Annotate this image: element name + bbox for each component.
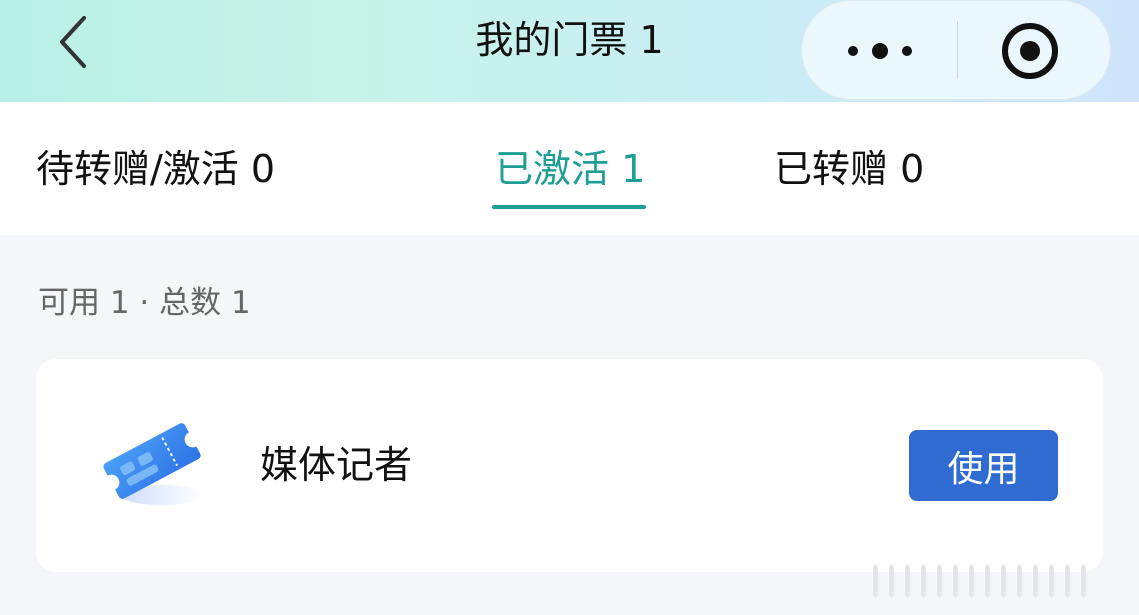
- tab-pending[interactable]: 待转赠/激活 0: [36, 140, 275, 200]
- top-bar: 我的门票 1: [0, 0, 1139, 102]
- ticket-summary: 可用 1 · 总数 1: [38, 285, 251, 321]
- use-button[interactable]: 使用: [909, 430, 1058, 501]
- scroll-indicator: [873, 563, 1103, 599]
- close-button[interactable]: [998, 19, 1062, 83]
- tab-activated[interactable]: 已激活 1: [495, 140, 645, 200]
- tab-transferred[interactable]: 已转赠 0: [774, 140, 924, 200]
- active-tab-indicator: [492, 205, 646, 209]
- ticket-tabs: 待转赠/激活 0 已激活 1 已转赠 0: [0, 102, 1139, 235]
- mini-program-capsule: [801, 0, 1111, 100]
- ticket-name: 媒体记者: [260, 443, 413, 487]
- target-close-icon: [1002, 23, 1058, 79]
- ticket-icon: [103, 423, 204, 505]
- more-dots-icon: [848, 43, 912, 59]
- capsule-divider: [957, 21, 958, 79]
- more-button[interactable]: [832, 23, 928, 79]
- ticket-card: 媒体记者 使用: [36, 359, 1103, 572]
